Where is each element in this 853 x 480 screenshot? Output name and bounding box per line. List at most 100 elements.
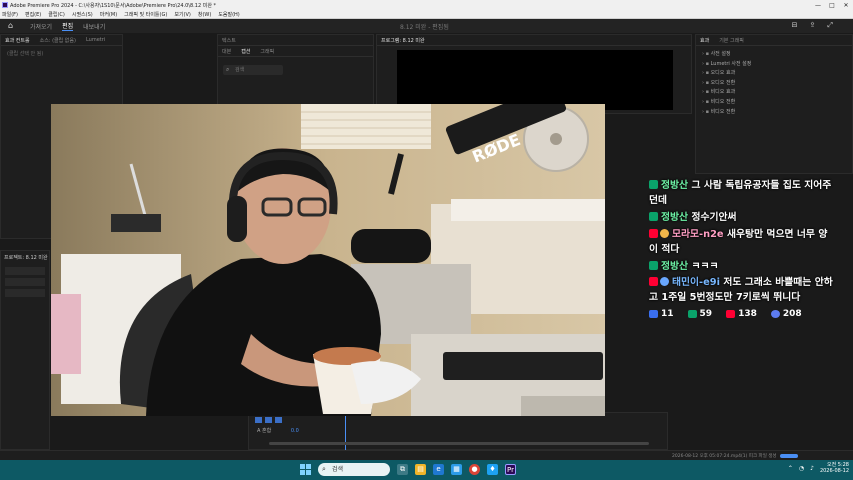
program-monitor-panel: 프로그램: 8.12 미완 [376,34,692,114]
effects-panel: 효과 기본 그래픽 사전 설정 Lumetri 사전 설정 오디오 효과 오디오… [695,34,853,174]
effects-list: 사전 설정 Lumetri 사전 설정 오디오 효과 오디오 전환 비디오 효과… [696,46,852,121]
webcam-scene: RØDE [51,104,605,416]
link-icon [649,310,658,318]
minimize-button[interactable]: — [811,2,825,9]
project-panel: 프로젝트: 8.12 미완 [0,250,50,450]
tab-captions[interactable]: 캡션 [241,48,250,55]
viewer-count-youtube: 138 [726,309,757,319]
chat-username: 정방산 [661,212,689,223]
tray-chevron-icon[interactable]: ⌃ [788,465,793,472]
file-explorer-icon[interactable]: ▤ [415,464,426,475]
effects-item-presets[interactable]: 사전 설정 [702,50,846,57]
taskbar-search-input[interactable]: 검색 [318,463,390,476]
menu-bar: 파일(F) 편집(E) 클립(C) 시퀀스(S) 마커(M) 그래픽 및 타이틀… [0,10,853,19]
effects-item-video-effects[interactable]: 비디오 효과 [702,88,846,95]
menu-file[interactable]: 파일(F) [2,11,18,18]
program-monitor-screen[interactable] [397,50,673,110]
effects-item-video-transitions-2[interactable]: 비디오 전환 [702,108,846,115]
chat-message: 정방산 정수기안써 [649,210,853,225]
tab-transcript[interactable]: 대본 [222,48,231,55]
track-toggle-button[interactable] [255,417,262,423]
effects-item-video-transitions[interactable]: 비디오 전환 [702,98,846,105]
timeline-playhead[interactable] [345,413,346,451]
premiere-app-icon[interactable]: Pr [505,464,516,475]
chzzk-icon [649,261,658,270]
window-title: Adobe Premiere Pro 2024 - C:\사용자\1S10\문서… [10,2,217,9]
chat-message: 정방산 ㅋㅋㅋ [649,259,853,274]
chat-message: 고 1주일 5번정도만 7키로씩 뛰니다 [649,290,853,305]
tab-edit[interactable]: 편집 [62,21,74,31]
effects-item-audio-transitions[interactable]: 오디오 전환 [702,79,846,86]
viewer-counts: 11 59 138 208 [649,309,853,319]
tab-lumetri[interactable]: Lumetri [86,37,105,43]
home-icon[interactable]: ⌂ [8,22,18,30]
viewer-count-chzzk: 59 [687,309,712,319]
taskbar-clock[interactable]: 오전 5:28 2026-08-12 [820,462,849,474]
tab-source[interactable]: 소스: (클립 없음) [40,37,76,44]
no-clip-message: (클립 선택 안 됨) [7,51,44,57]
windows-start-icon[interactable] [300,464,311,475]
project-panel-title[interactable]: 프로젝트: 8.12 미완 [1,251,49,264]
project-item[interactable] [5,267,45,275]
chat-username: 모라모-n2e [672,229,724,240]
timeline-scrollbar[interactable] [269,442,649,445]
menu-help[interactable]: 도움말(H) [218,11,239,18]
menu-graphics[interactable]: 그래픽 및 타이틀(G) [124,11,167,18]
menu-clip[interactable]: 클립(C) [48,11,65,18]
wifi-icon[interactable]: ◔ [799,465,804,472]
chat-message: 던데 [649,193,853,208]
track-toggle-button[interactable] [275,417,282,423]
chzzk-icon [687,310,697,318]
chat-text: 이 적다 [649,244,680,255]
text-search-input[interactable]: 검색 [223,65,283,75]
timeline-track-value[interactable]: 0.0 [291,428,299,434]
effects-item-audio-effects[interactable]: 오디오 효과 [702,69,846,76]
project-item[interactable] [5,278,45,286]
tab-essential-graphics[interactable]: 기본 그래픽 [719,37,744,44]
chat-text: ㅋㅋㅋ [691,261,719,272]
avatar [660,229,669,238]
viewer-count-other: 208 [770,309,802,319]
avatar [660,277,669,286]
menu-view[interactable]: 보기(V) [174,11,191,18]
twitter-icon[interactable]: ♦ [487,464,498,475]
workspaces-icon[interactable]: ⊟ [792,21,798,30]
edge-icon[interactable]: e [433,464,444,475]
menu-window[interactable]: 창(W) [198,11,211,18]
timeline-track-label: A 혼합 [257,428,272,434]
tab-graphics[interactable]: 그래픽 [260,48,274,55]
chat-username: 정방산 [661,261,689,272]
quick-export-icon[interactable]: ⇪ [810,21,816,30]
fullscreen-icon[interactable]: ⤢ [827,21,833,30]
tab-export[interactable]: 내보내기 [83,22,105,31]
store-icon[interactable]: ▦ [451,464,462,475]
chzzk-icon [649,180,658,189]
close-button[interactable]: ✕ [839,2,853,9]
timeline-panel: A 혼합 0.0 [248,412,668,451]
chat-text: 새우탕만 먹으면 너무 양 [726,229,828,240]
chat-text: 정수기안써 [691,212,737,223]
menu-markers[interactable]: 마커(M) [100,11,117,18]
chrome-icon[interactable]: ● [469,464,480,475]
viewer-count-soop: 11 [649,309,674,319]
program-monitor-title[interactable]: 프로그램: 8.12 미완 [381,37,425,44]
volume-icon[interactable]: ♪ [810,465,814,472]
tab-effect-controls[interactable]: 효과 컨트롤 [5,37,30,44]
tab-effects[interactable]: 효과 [700,37,709,44]
chat-text: 고 1주일 5번정도만 7키로씩 뛰니다 [649,292,801,303]
chzzk-icon [649,212,658,221]
tab-import[interactable]: 가져오기 [30,22,52,31]
menu-edit[interactable]: 편집(E) [25,11,41,18]
youtube-icon [726,310,736,318]
project-title: 8.12 미완 - 편집됨 [400,24,449,31]
status-progress-bar [780,454,798,458]
task-view-icon[interactable]: ⧉ [397,464,408,475]
chat-message: 이 적다 [649,242,853,257]
maximize-button[interactable]: □ [825,2,839,9]
menu-sequence[interactable]: 시퀀스(S) [72,11,93,18]
premiere-logo-icon [2,2,8,8]
workspace-bar: ⌂ 가져오기 편집 내보내기 8.12 미완 - 편집됨 ⊟ ⇪ ⤢ [0,19,853,33]
effects-item-lumetri[interactable]: Lumetri 사전 설정 [702,60,846,67]
track-toggle-button[interactable] [265,417,272,423]
project-item[interactable] [5,289,45,297]
